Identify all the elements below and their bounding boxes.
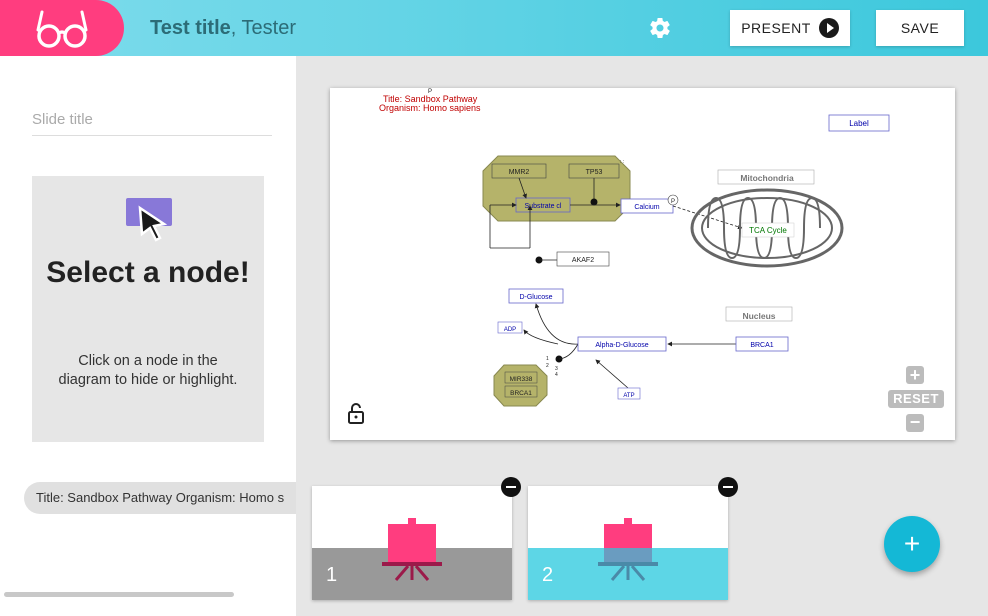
hint-title: Select a node! [46,256,250,289]
selected-node-chip[interactable]: Title: Sandbox Pathway Organism: Homo s [24,482,296,514]
calcium-p: P [671,199,675,205]
zoom-in-button[interactable]: + [906,366,924,384]
node-akaf2-text: AKAF2 [572,257,594,264]
anchor-4: 4 [555,372,558,378]
author-name: , Tester [230,17,296,39]
add-slide-button[interactable]: + [884,516,940,572]
hint-text: Click on a node in the diagram to hide o… [58,353,238,388]
slide-title-input[interactable] [32,104,272,136]
slide-number: 2 [542,564,554,586]
nucleus-label: Nucleus [742,311,775,321]
info-organism: Organism: Homo sapiens [379,103,481,113]
node-brca1-text: BRCA1 [750,342,773,349]
save-label: SAVE [900,20,940,36]
zoom-reset-button[interactable]: RESET [888,390,944,408]
app-logo[interactable] [0,0,124,56]
presentation-title[interactable]: Test title [150,17,231,39]
node-alpha-d-glucose-text: Alpha-D-Glucose [595,342,648,349]
mitochondria-label: Mitochondria [740,173,794,183]
play-icon [818,18,839,38]
node-calcium-text: Calcium [634,204,659,211]
tp53-anchors: : : [620,159,624,165]
chip-label: Title: Sandbox Pathway Organism: Homo s [36,490,285,505]
present-label: PRESENT [741,20,811,36]
node-mir338-text: MIR338 [510,376,533,383]
label-node-text: Label [849,119,869,128]
easel-icon [382,518,442,581]
delete-slide-icon[interactable] [718,477,738,497]
node-mmr2-text: MMR2 [509,169,530,176]
node-brca1-group-text: BRCA1 [510,390,532,397]
unlock-icon[interactable] [346,402,366,424]
slide-thumbnail[interactable]: 2 [528,486,728,600]
select-node-hint: Select a node! Click on a node in the di… [32,176,264,442]
pathway-diagram[interactable]: P Title: Sandbox Pathway Organism: Homo … [330,88,955,440]
anchor-1: 1 [546,356,549,362]
page-title: Test title, Tester [150,17,296,40]
save-button[interactable]: SAVE [876,10,964,46]
delete-slide-icon[interactable] [501,477,521,497]
node-tp53-text: TP53 [586,169,603,176]
gear-icon[interactable] [648,16,672,40]
zoom-out-button[interactable]: − [906,413,924,432]
glasses-icon [36,10,88,48]
top-bar: Test title, Tester PRESENT SAVE [0,0,988,56]
group-mir338-brca1[interactable] [493,364,548,407]
horizontal-scrollbar[interactable] [4,592,234,597]
node-adp-text: ADP [504,327,516,333]
node-d-glucose-text: D-Glucose [519,294,552,301]
node-tca-cycle-text: TCA Cycle [749,226,787,235]
slide-number: 1 [326,564,338,586]
node-atp-text: ATP [623,393,634,399]
cursor-select-icon [126,198,172,242]
easel-icon [598,518,658,581]
present-button[interactable]: PRESENT [730,10,850,46]
slide-thumbnail[interactable]: 1 [312,486,512,600]
anchor-2: 2 [546,363,549,369]
